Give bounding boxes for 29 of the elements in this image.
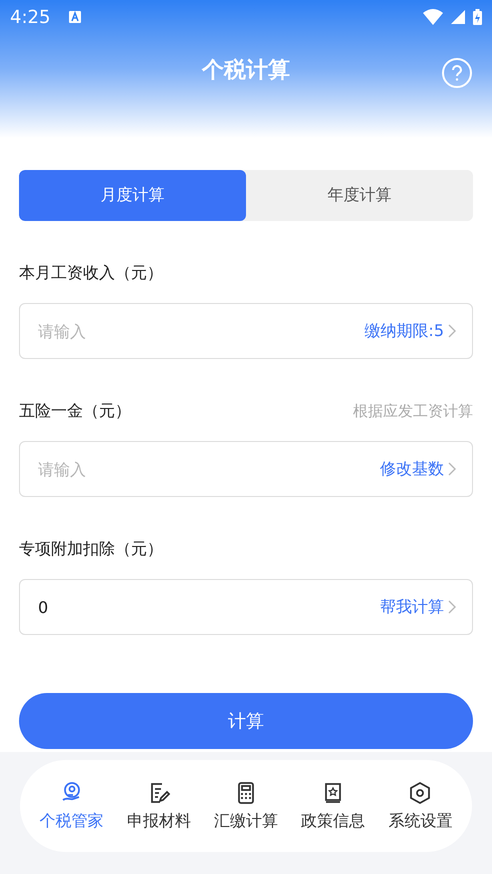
nav-item[interactable]: 系统设置 <box>388 780 452 832</box>
field-label: 专项附加扣除（元） <box>19 538 163 560</box>
help-button[interactable] <box>442 58 472 88</box>
field-label: 本月工资收入（元） <box>19 262 163 284</box>
field-action-link[interactable]: 修改基数 <box>380 458 456 480</box>
chevron-icon <box>448 462 456 476</box>
field-action-link[interactable]: 缴纳期限:5 <box>364 320 456 342</box>
nav-item[interactable]: 申报材料 <box>126 780 191 832</box>
field-action-link[interactable]: 帮我计算 <box>380 596 456 618</box>
signal-icon <box>451 10 465 24</box>
input-field[interactable]: 请输入 缴纳期限:5 <box>19 303 473 359</box>
nav-item[interactable]: 个税管家 <box>40 780 104 832</box>
chevron-icon <box>448 600 456 614</box>
status-time: 4:25 <box>10 6 50 28</box>
tab[interactable]: 月度计算 <box>19 170 246 221</box>
field-hint: 根据应发工资计算 <box>353 402 473 420</box>
nav-item[interactable]: 政策信息 <box>301 780 366 832</box>
input-field[interactable]: 0 帮我计算 <box>19 579 473 635</box>
chevron-icon <box>448 324 456 338</box>
page-title: 个税计算 <box>202 57 290 85</box>
settings-icon <box>408 780 432 804</box>
nav-item[interactable]: 汇缴计算 <box>214 780 278 832</box>
calculate-button[interactable]: 计算 <box>19 693 473 749</box>
question-icon <box>451 65 463 81</box>
input-field[interactable]: 请输入 修改基数 <box>19 441 473 497</box>
battery-icon <box>473 9 482 25</box>
field-label: 五险一金（元） <box>19 400 131 422</box>
notification-icon <box>68 10 82 24</box>
wifi-icon <box>423 9 443 25</box>
